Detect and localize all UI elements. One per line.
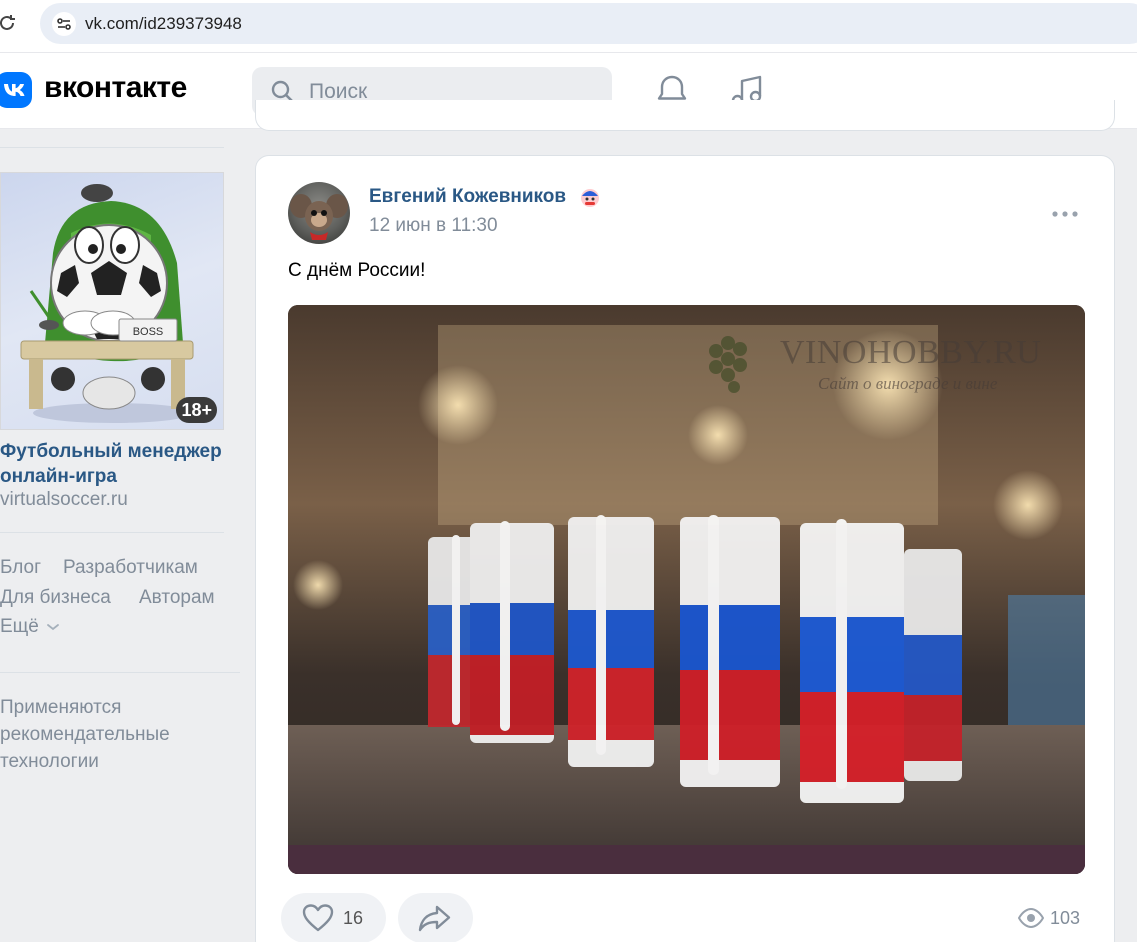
author-badge-icon[interactable] [579,186,601,208]
site-settings-icon[interactable] [52,12,76,36]
heart-icon [302,904,334,932]
ad-title[interactable]: Футбольный менеджер онлайн-игра [0,439,240,489]
divider [0,672,240,673]
share-icon [418,905,451,932]
footer-link-authors[interactable]: Авторам [139,587,215,609]
left-sidebar: BOSS 18+ Футбольный менеджер онлайн-игра… [0,129,240,942]
post-card: Евгений Кожевников 12 июн в 11:30 С днём… [255,155,1115,942]
photo-watermark-subtitle: Сайт о винограде и вине [818,374,998,393]
post-photo[interactable]: VINOHOBBY.RU Сайт о винограде и вине [288,305,1085,874]
ad-domain[interactable]: virtualsoccer.ru [0,489,128,511]
ad-image[interactable]: BOSS 18+ [0,172,224,430]
share-button[interactable] [398,893,473,942]
divider [0,147,224,148]
post-author-name[interactable]: Евгений Кожевников [369,186,566,208]
previous-post-card [255,100,1115,131]
post-text: С днём России! [288,260,426,281]
vk-logo-icon[interactable] [0,72,32,108]
chevron-down-icon [47,624,60,631]
footer-link-business[interactable]: Для бизнеса [0,587,111,609]
footer-link-blog[interactable]: Блог [0,557,41,579]
footer-link-developers[interactable]: Разработчикам [63,557,198,579]
post-timestamp[interactable]: 12 июн в 11:30 [369,215,498,237]
like-count: 16 [343,908,364,928]
views-counter: 103 [1018,907,1098,929]
url-text[interactable]: vk.com/id239373948 [85,14,242,34]
vk-wordmark[interactable]: вконтакте [44,71,187,105]
eye-icon [1018,908,1044,928]
author-avatar[interactable] [288,182,350,244]
photo-watermark-title: VINOHOBBY.RU [780,334,1041,371]
shot-glasses-photo: VINOHOBBY.RU Сайт о винограде и вине [288,305,1085,874]
football-mascot-illustration: BOSS [20,184,194,423]
like-button[interactable]: 16 [281,893,386,942]
browser-toolbar: vk.com/id239373948 [0,0,1137,52]
address-bar[interactable]: vk.com/id239373948 [40,3,1137,44]
boss-sign-text: BOSS [133,326,164,338]
more-options-icon[interactable] [1050,208,1080,220]
views-count: 103 [1050,908,1081,928]
recommendations-note[interactable]: Применяются рекомендательные технологии [0,694,235,775]
divider [0,532,224,533]
age-rating-badge: 18+ [176,397,217,423]
footer-link-more[interactable]: Ещё [0,616,60,638]
footer-more-label: Ещё [0,616,39,637]
reload-icon[interactable] [0,12,18,34]
